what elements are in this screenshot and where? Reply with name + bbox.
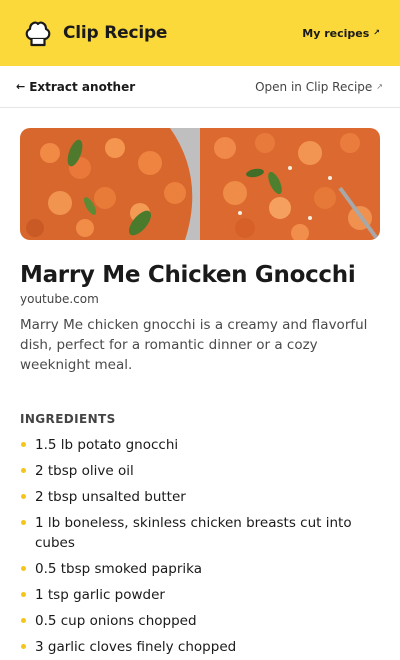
- bullet-icon: [21, 566, 26, 571]
- ingredients-list: 1.5 lb potato gnocchi 2 tbsp olive oil 2…: [20, 435, 380, 657]
- recipe-content: Marry Me Chicken Gnocchi youtube.com Mar…: [0, 108, 400, 657]
- ingredient-text: 3 garlic cloves finely chopped: [35, 639, 237, 655]
- external-arrow-icon: ↗: [376, 81, 383, 91]
- extract-another-link[interactable]: ← Extract another: [16, 80, 135, 94]
- ingredient-text: 1 tsp garlic powder: [35, 587, 165, 603]
- ingredient-item: 0.5 tbsp smoked paprika: [20, 559, 380, 579]
- bullet-icon: [21, 644, 26, 649]
- recipe-photo-right: [200, 128, 380, 240]
- ingredient-item: 2 tbsp olive oil: [20, 461, 380, 481]
- extract-another-label: Extract another: [29, 79, 136, 94]
- ingredient-text: 0.5 tbsp smoked paprika: [35, 561, 203, 577]
- action-bar: ← Extract another Open in Clip Recipe ↗: [0, 66, 400, 108]
- bullet-icon: [21, 468, 26, 473]
- open-in-app-label: Open in Clip Recipe: [255, 79, 373, 94]
- bullet-icon: [21, 592, 26, 597]
- app-header: Clip Recipe My recipes ↗: [0, 0, 400, 66]
- open-in-app-link[interactable]: Open in Clip Recipe ↗: [255, 80, 383, 94]
- recipe-photo-left: [20, 128, 200, 240]
- ingredients-heading: INGREDIENTS: [20, 412, 116, 426]
- ingredient-text: 1.5 lb potato gnocchi: [35, 437, 179, 453]
- my-recipes-label: My recipes: [302, 26, 370, 40]
- recipe-title: Marry Me Chicken Gnocchi: [20, 262, 356, 288]
- ingredient-item: 1.5 lb potato gnocchi: [20, 435, 380, 455]
- ingredient-text: 1 lb boneless, skinless chicken breasts …: [35, 515, 352, 551]
- chef-hat-icon: [25, 21, 51, 47]
- bullet-icon: [21, 618, 26, 623]
- ingredient-item: 1 tsp garlic powder: [20, 585, 380, 605]
- recipe-source: youtube.com: [20, 292, 99, 306]
- ingredient-text: 2 tbsp olive oil: [35, 463, 134, 479]
- ingredient-text: 0.5 cup onions chopped: [35, 613, 197, 629]
- bullet-icon: [21, 494, 26, 499]
- ingredient-item: 1 lb boneless, skinless chicken breasts …: [20, 513, 380, 553]
- ingredient-text: 2 tbsp unsalted butter: [35, 489, 186, 505]
- bullet-icon: [21, 520, 26, 525]
- ingredient-item: 3 garlic cloves finely chopped: [20, 637, 380, 657]
- ingredient-item: 2 tbsp unsalted butter: [20, 487, 380, 507]
- ingredient-item: 0.5 cup onions chopped: [20, 611, 380, 631]
- brand[interactable]: Clip Recipe: [22, 17, 167, 49]
- bullet-icon: [21, 442, 26, 447]
- external-arrow-icon: ↗: [373, 28, 380, 37]
- brand-name: Clip Recipe: [63, 23, 168, 43]
- left-arrow-icon: ←: [16, 80, 26, 93]
- my-recipes-link[interactable]: My recipes ↗: [302, 27, 380, 40]
- recipe-description: Marry Me chicken gnocchi is a creamy and…: [20, 317, 368, 373]
- recipe-hero-image: [20, 128, 380, 240]
